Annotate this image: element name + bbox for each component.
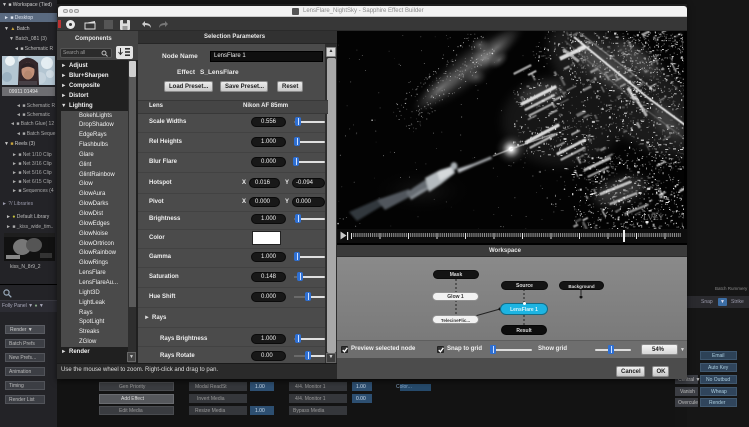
svg-text:LVLY: LVLY [643,212,664,222]
